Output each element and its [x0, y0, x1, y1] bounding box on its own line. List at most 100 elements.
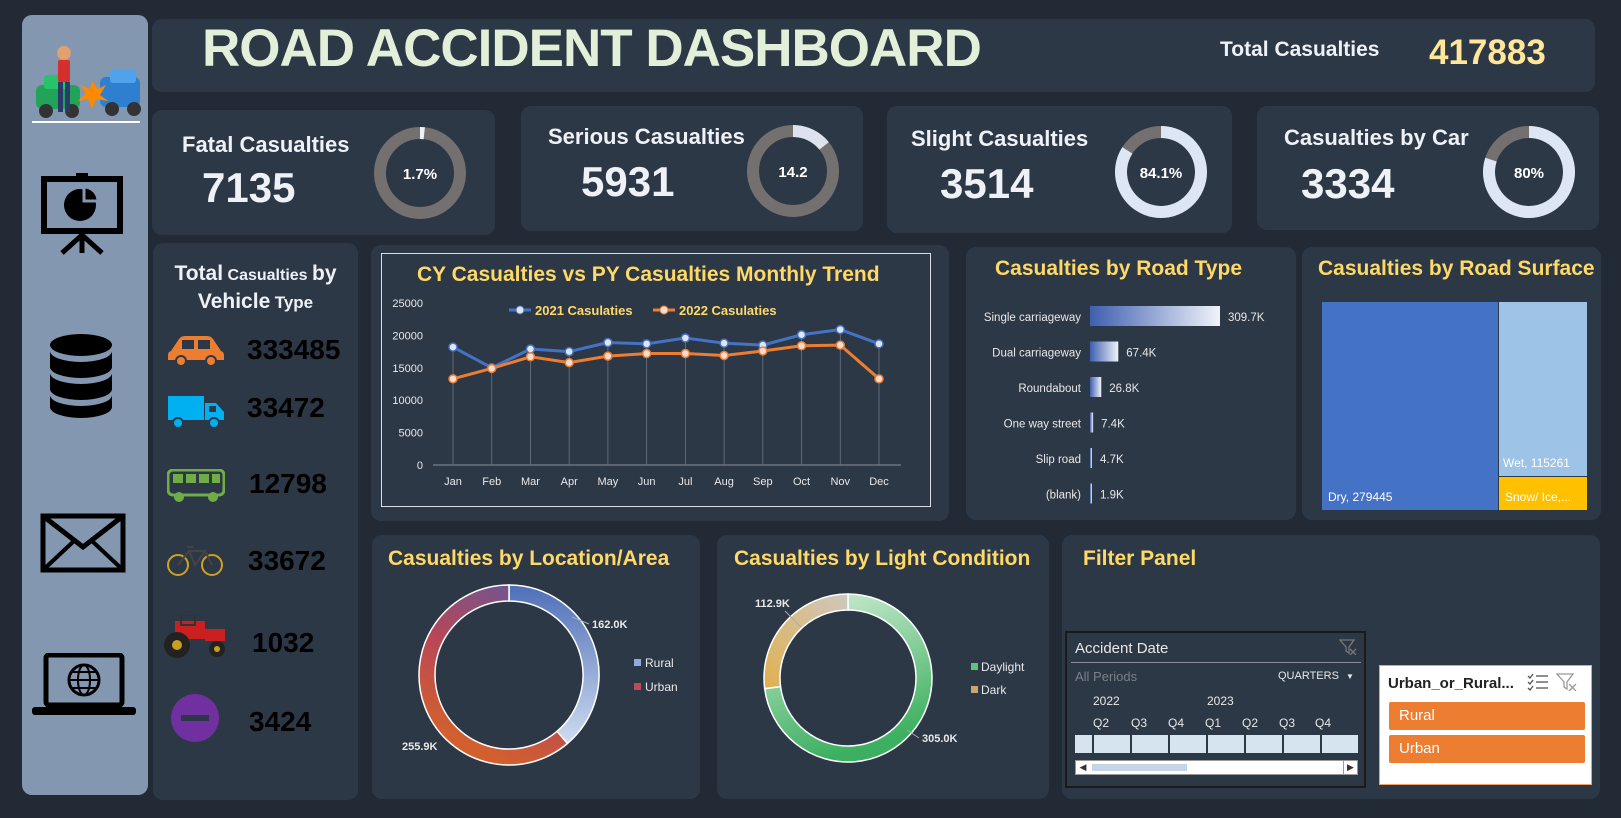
mail-icon[interactable] [40, 513, 126, 573]
quarter-label: Q3 [1131, 716, 1148, 730]
y-tick-label: 20000 [392, 330, 423, 342]
series-point [564, 346, 574, 357]
x-tick-label: Dec [869, 476, 889, 488]
sidebar [22, 15, 148, 795]
clear-filter-icon[interactable] [1555, 673, 1578, 692]
page-title: ROAD ACCIDENT DASHBOARD [202, 19, 982, 78]
quarter-label: Q4 [1315, 716, 1332, 730]
x-tick-label: Oct [793, 476, 810, 488]
time-level-dropdown[interactable]: QUARTERS ▼ [1278, 670, 1354, 682]
scroll-left-icon[interactable]: ◀ [1076, 761, 1090, 774]
database-icon[interactable] [48, 333, 114, 419]
x-tick-label: May [598, 476, 619, 488]
accident-logo-icon [30, 45, 142, 127]
multi-select-icon[interactable] [1527, 673, 1549, 691]
urban-rural-slicer[interactable]: Urban_or_Rural... Rural Urban [1379, 665, 1592, 785]
quarter-label: Q4 [1168, 716, 1185, 730]
series-point [835, 340, 846, 350]
kpi-donut: 1.7% [372, 125, 468, 221]
series-point [525, 344, 536, 354]
x-tick-label: Nov [830, 476, 850, 488]
bar [1090, 377, 1102, 397]
scroll-right-icon[interactable]: ▶ [1343, 761, 1357, 774]
timeline-cell[interactable] [1322, 735, 1358, 753]
timeline-cell[interactable] [1132, 735, 1168, 753]
series-point [719, 338, 729, 348]
bar-category-label: Dual carriageway [992, 348, 1081, 360]
time-level-value: QUARTERS [1278, 670, 1339, 682]
light-donut: 112.9K 305.0K Daylight Dark [755, 593, 1025, 763]
timeline-cell[interactable] [1094, 735, 1130, 753]
truck-icon [167, 395, 225, 429]
vehicle-value: 33472 [247, 392, 325, 423]
timeline-cell[interactable] [1284, 735, 1320, 753]
series-point [603, 337, 613, 348]
slicer-item-rural[interactable]: Rural [1389, 702, 1585, 730]
minus-circle-icon [171, 694, 219, 742]
bar-category-label: Roundabout [1018, 383, 1081, 395]
kpi-label: Fatal Casualties [182, 132, 350, 157]
donut-label-rural: 162.0K [592, 619, 628, 631]
clear-filter-icon[interactable] [1338, 639, 1357, 656]
scroll-thumb[interactable] [1092, 764, 1187, 771]
bar-category-label: One way street [1004, 419, 1082, 431]
treemap-label: Wet, 115261 [1503, 456, 1570, 470]
series-point [835, 324, 846, 335]
bicycle-icon [167, 543, 223, 577]
donut-label-daylight: 305.0K [922, 733, 958, 745]
donut-label-urban: 255.9K [402, 741, 438, 753]
donut-segment [793, 125, 829, 150]
presentation-chart-icon[interactable] [40, 173, 124, 255]
bar [1090, 448, 1092, 468]
timeline-header: Accident Date [1075, 640, 1169, 657]
slicer-item-urban[interactable]: Urban [1389, 735, 1585, 763]
kpi-label: Slight Casualties [911, 126, 1089, 151]
x-tick-label: Mar [521, 476, 540, 488]
bar-category-label: (blank) [1046, 490, 1081, 502]
bar-value-label: 309.7K [1228, 312, 1265, 324]
bar-value-label: 1.9K [1100, 490, 1124, 502]
treemap-label: Dry, 279445 [1328, 490, 1393, 504]
y-tick-label: 0 [417, 460, 423, 472]
y-tick-label: 25000 [392, 298, 423, 310]
kpi-value: 5931 [581, 158, 675, 205]
series-point [874, 374, 884, 384]
timeline-scrollbar[interactable]: ◀ ▶ [1075, 760, 1358, 775]
treemap: Dry, 279445 Wet, 115261 Snow/ Ice,... [1322, 302, 1587, 510]
series-point [448, 342, 458, 352]
series-point [603, 351, 613, 361]
timeline-year: 2022 [1093, 694, 1120, 708]
trend-panel: CY Casualties vs PY Casualties Monthly T… [371, 245, 949, 521]
legend-swatch-daylight [971, 663, 978, 670]
series-point [796, 330, 807, 340]
timeline-cell[interactable] [1170, 735, 1206, 753]
quarter-label: Q1 [1205, 716, 1222, 730]
timeline-slicer[interactable]: Accident Date All Periods QUARTERS ▼ 202… [1065, 631, 1366, 788]
timeline-cell[interactable] [1208, 735, 1244, 753]
vehicle-value: 1032 [252, 627, 315, 658]
laptop-globe-icon[interactable] [32, 652, 136, 717]
divider [1071, 662, 1361, 663]
timeline-bar[interactable] [1075, 735, 1358, 753]
treemap-label: Snow/ Ice,... [1505, 490, 1572, 504]
bar-value-label: 4.7K [1100, 454, 1124, 466]
bar-category-label: Slip road [1036, 454, 1081, 466]
kpi-value: 3334 [1301, 160, 1395, 207]
x-tick-label: Jun [638, 476, 656, 488]
vehicle-type-panel: Total Casualties by Vehicle Type 333485 … [153, 243, 358, 800]
bar [1090, 412, 1094, 433]
timeline-cell[interactable] [1075, 735, 1092, 753]
vehicle-value: 33672 [248, 545, 326, 576]
kpi-donut-label: 84.1% [1140, 165, 1183, 182]
vehicle-panel-title: Total Casualties by Vehicle Type [174, 262, 337, 313]
quarter-label: Q2 [1093, 716, 1110, 730]
donut-segment-rural [508, 584, 600, 745]
all-periods-link[interactable]: All Periods [1075, 669, 1137, 684]
series-point [680, 333, 691, 343]
kpi-value: 3514 [940, 160, 1034, 207]
x-tick-label: Jan [444, 476, 462, 488]
y-tick-label: 10000 [392, 395, 423, 407]
timeline-cell[interactable] [1246, 735, 1282, 753]
timeline-quarter-labels: Q2 Q3 Q4 Q1 Q2 Q3 Q4 [1093, 716, 1363, 730]
filter-title: Filter Panel [1083, 547, 1197, 570]
